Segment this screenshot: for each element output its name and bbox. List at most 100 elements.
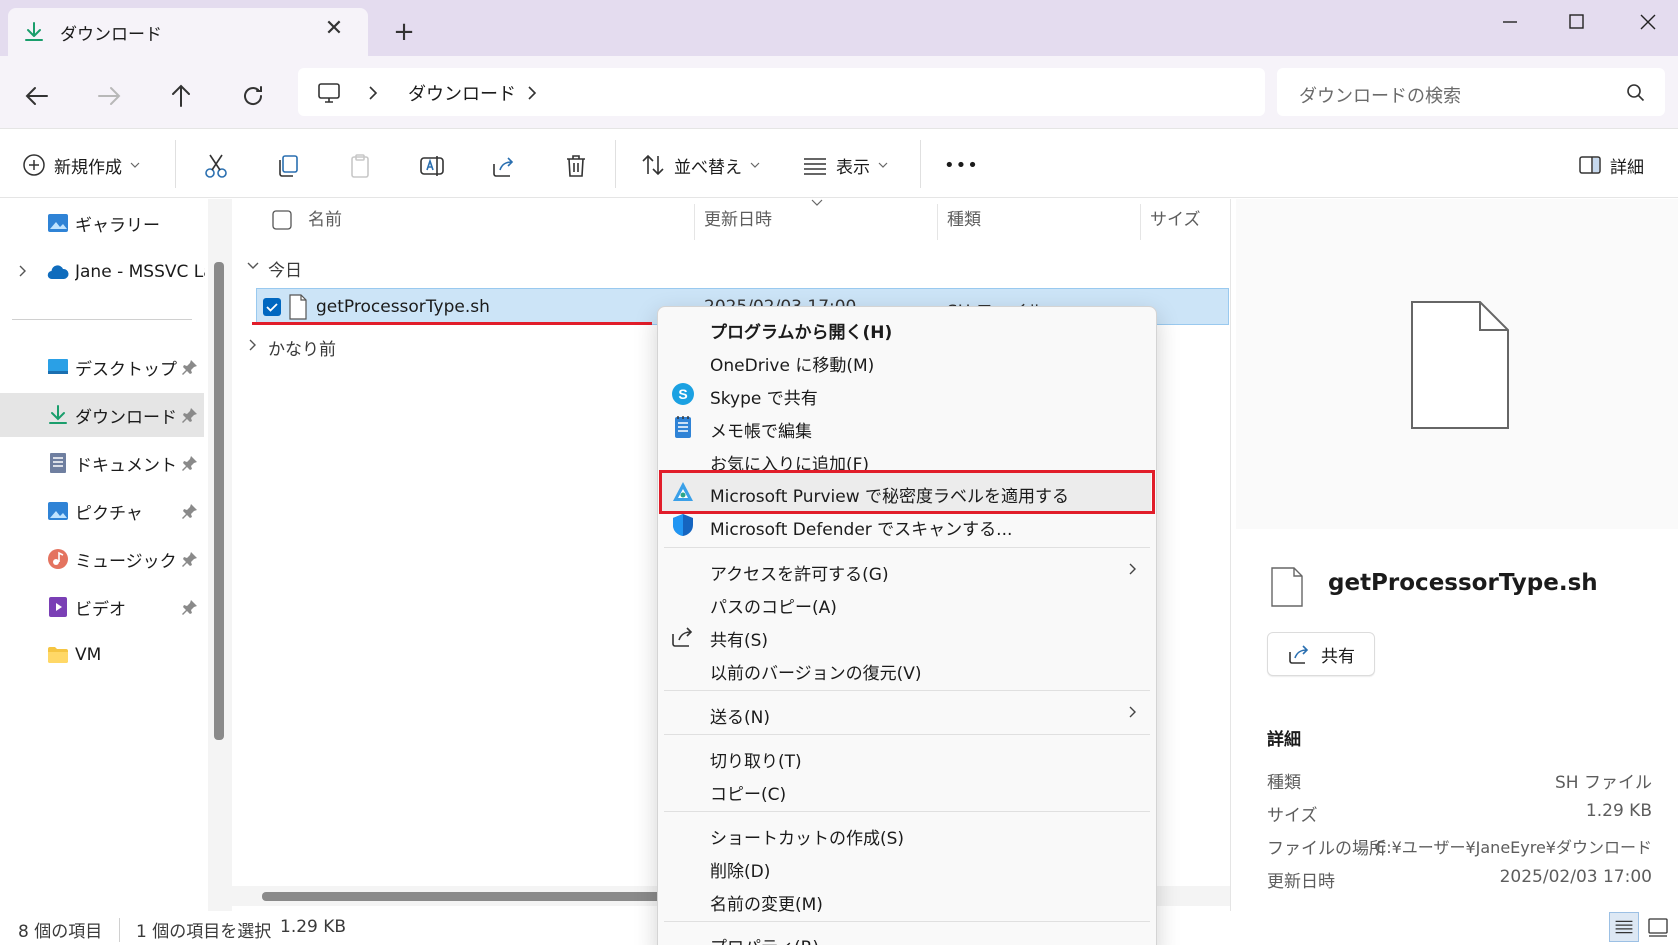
menu-item-cut[interactable]: 切り取り(T) (710, 747, 802, 772)
pin-icon[interactable] (182, 551, 198, 567)
menu-separator (664, 690, 1150, 691)
status-separator (119, 918, 120, 942)
large-icons-view-icon[interactable] (1643, 912, 1673, 942)
view-button[interactable]: 表示 (802, 148, 888, 182)
file-icon (289, 294, 307, 320)
refresh-icon[interactable] (233, 76, 273, 116)
group-header-long-ago[interactable]: かなり前 (268, 335, 336, 360)
sidebar-item-documents[interactable]: ドキュメント (0, 441, 204, 485)
search-placeholder: ダウンロードの検索 (1299, 86, 1461, 107)
menu-item-give-access[interactable]: アクセスを許可する(G) (710, 560, 889, 585)
pin-icon[interactable] (182, 407, 198, 423)
red-annotation-box (659, 470, 1155, 514)
pin-icon[interactable] (182, 599, 198, 615)
video-icon (49, 597, 67, 617)
details-pane-button[interactable]: 詳細 (1578, 148, 1644, 182)
tab-title: ダウンロード (60, 25, 162, 45)
sidebar-item-label: ピクチャ (75, 503, 143, 524)
sidebar-item-vm[interactable]: VM (0, 633, 204, 677)
file-name[interactable]: getProcessorType.sh (316, 297, 490, 317)
close-window-icon[interactable] (1624, 6, 1672, 38)
rename-icon[interactable] (418, 152, 446, 180)
sidebar-item-gallery[interactable]: ギャラリー (0, 201, 204, 245)
maximize-icon[interactable] (1552, 6, 1600, 38)
column-header-type[interactable]: 種類 (947, 205, 981, 230)
pin-icon[interactable] (182, 503, 198, 519)
share-icon[interactable] (490, 152, 518, 180)
share-button[interactable]: 共有 (1267, 632, 1375, 676)
separator (175, 140, 176, 188)
menu-item-create-shortcut[interactable]: ショートカットの作成(S) (710, 824, 904, 849)
breadcrumb-downloads[interactable]: ダウンロード (408, 80, 516, 106)
pin-icon[interactable] (182, 455, 198, 471)
chevron-right-icon[interactable] (524, 84, 540, 102)
column-separator[interactable] (937, 204, 938, 240)
menu-item-share-skype[interactable]: Skype で共有 (710, 384, 818, 409)
new-label: 新規作成 (54, 157, 122, 178)
skype-icon: S (672, 383, 694, 405)
sidebar-item-videos[interactable]: ビデオ (0, 585, 204, 629)
pane-divider[interactable] (1230, 199, 1231, 911)
cut-icon[interactable] (202, 152, 230, 180)
sidebar-item-pictures[interactable]: ピクチャ (0, 489, 204, 533)
column-separator[interactable] (694, 204, 695, 240)
sidebar-item-label: ダウンロード (75, 407, 177, 428)
horizontal-scroll-thumb[interactable] (262, 892, 682, 901)
sidebar-item-downloads[interactable]: ダウンロード (0, 393, 204, 437)
menu-item-share[interactable]: 共有(S) (710, 626, 768, 651)
plus-circle-icon (23, 154, 45, 176)
column-separator[interactable] (1140, 204, 1141, 240)
sidebar-item-onedrive[interactable]: Jane - MSSVC Lab (0, 250, 205, 294)
up-icon[interactable] (161, 76, 201, 116)
menu-item-delete[interactable]: 削除(D) (710, 857, 770, 882)
new-button[interactable]: 新規作成 (22, 148, 140, 182)
back-icon[interactable] (17, 76, 57, 116)
menu-item-properties[interactable]: プロパティ(R) (710, 933, 819, 945)
menu-item-copy[interactable]: コピー(C) (710, 780, 786, 805)
close-tab-icon[interactable]: ✕ (322, 17, 346, 41)
group-header-today[interactable]: 今日 (268, 256, 302, 281)
menu-item-copy-path[interactable]: パスのコピー(A) (710, 593, 837, 618)
more-options-button[interactable]: ••• (944, 148, 979, 182)
menu-item-defender-scan[interactable]: Microsoft Defender でスキャンする... (710, 515, 1012, 540)
chevron-down-icon (750, 162, 760, 168)
pin-icon[interactable] (182, 359, 198, 375)
chevron-right-icon[interactable] (365, 84, 381, 102)
column-header-size[interactable]: サイズ (1150, 205, 1201, 230)
menu-item-restore-versions[interactable]: 以前のバージョンの復元(V) (710, 659, 922, 684)
selection-size: 1.29 KB (280, 917, 347, 937)
music-icon (48, 549, 68, 569)
select-all-checkbox[interactable] (272, 210, 292, 230)
sidebar-scroll-thumb[interactable] (214, 262, 224, 740)
menu-item-move-to-onedrive[interactable]: OneDrive に移動(M) (710, 351, 874, 376)
delete-icon[interactable] (562, 152, 590, 180)
menu-item-rename[interactable]: 名前の変更(M) (710, 890, 823, 915)
copy-icon[interactable] (274, 152, 302, 180)
detail-value: C:¥ユーザー¥JaneEyre¥ダウンロード (1375, 838, 1652, 857)
menu-item-open-with[interactable]: プログラムから開く(H) (710, 318, 892, 343)
chevron-right-icon[interactable] (246, 338, 260, 352)
menu-item-edit-notepad[interactable]: メモ帳で編集 (710, 417, 812, 442)
chevron-right-icon[interactable] (16, 264, 30, 278)
paste-icon[interactable] (346, 152, 374, 180)
chevron-right-icon (1129, 563, 1136, 575)
row-checkbox-checked[interactable] (262, 297, 282, 317)
forward-icon[interactable] (89, 76, 129, 116)
file-preview-icon (1411, 301, 1509, 429)
minimize-icon[interactable] (1486, 6, 1534, 38)
sidebar-item-label: ビデオ (75, 599, 126, 620)
sort-label: 並べ替え (674, 157, 742, 178)
column-header-name[interactable]: 名前 (308, 205, 342, 230)
sidebar-item-desktop[interactable]: デスクトップ (0, 345, 204, 389)
chevron-down-icon[interactable] (246, 259, 260, 273)
menu-item-send-to[interactable]: 送る(N) (710, 703, 770, 728)
new-tab-button[interactable]: + (390, 18, 418, 46)
detail-key: 種類 (1267, 773, 1301, 793)
search-icon[interactable] (1626, 83, 1646, 103)
column-header-modified[interactable]: 更新日時 (704, 205, 772, 230)
pictures-icon (48, 502, 68, 520)
sidebar-item-music[interactable]: ミュージック (0, 537, 204, 581)
details-view-icon[interactable] (1609, 912, 1639, 942)
sort-button[interactable]: 並べ替え (640, 148, 760, 182)
menu-separator (664, 921, 1150, 922)
